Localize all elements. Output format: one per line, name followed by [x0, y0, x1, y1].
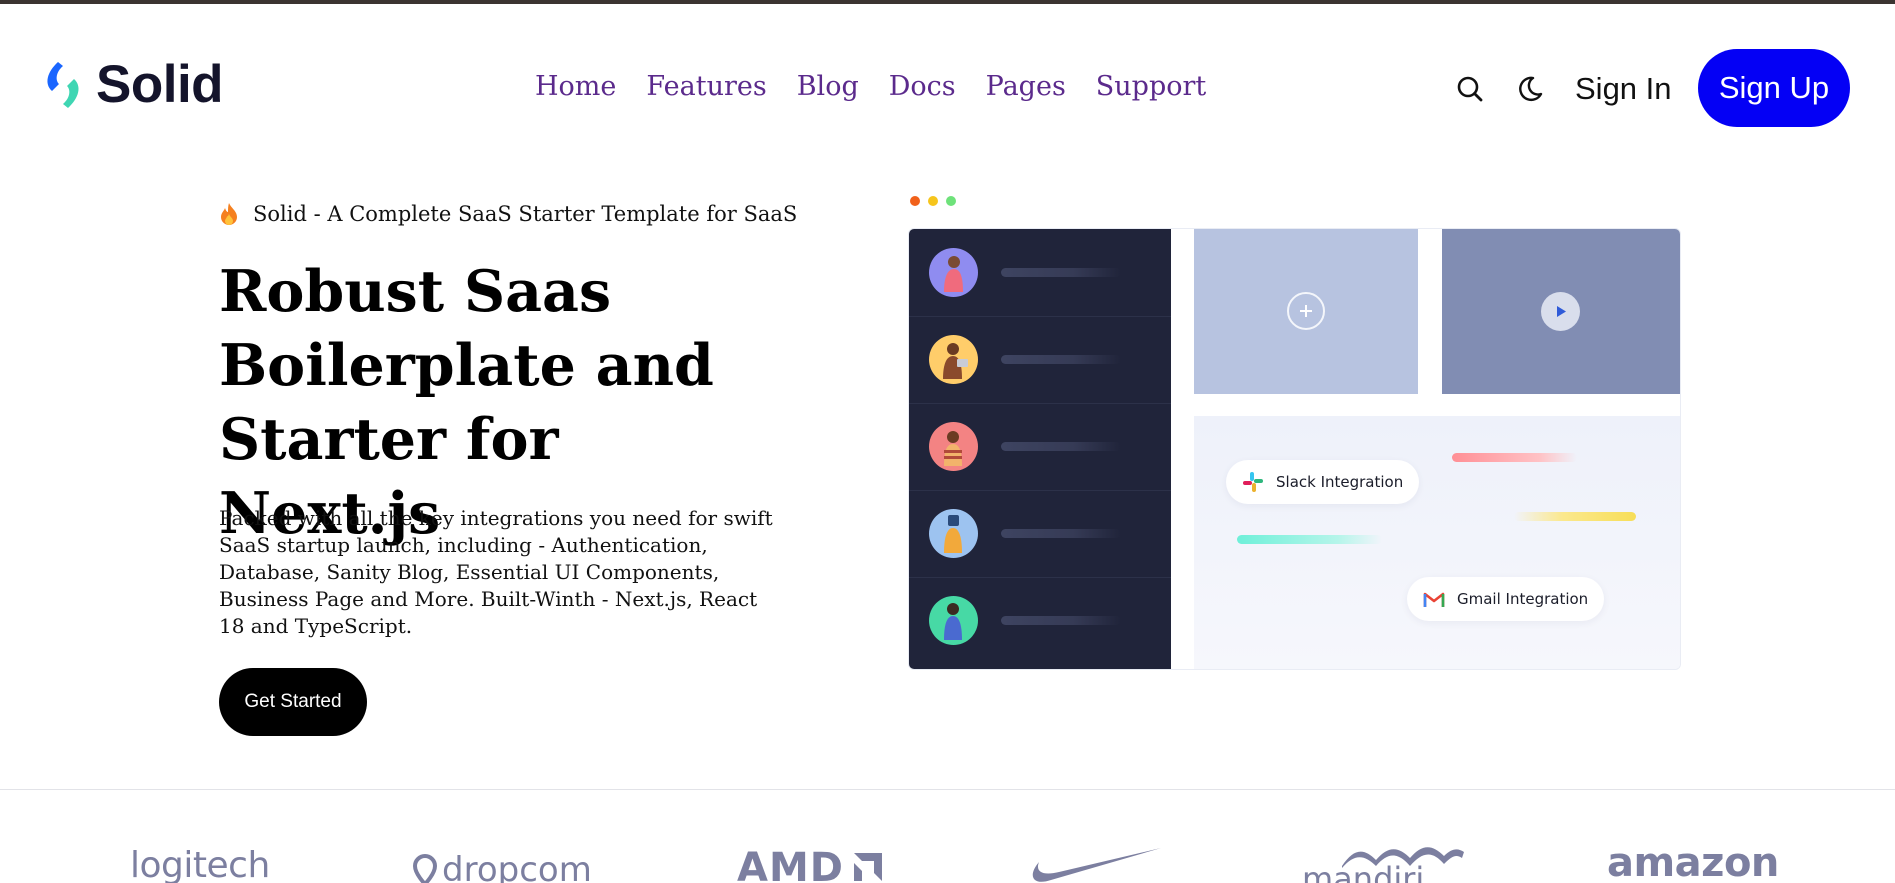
- list-item: [909, 403, 1171, 491]
- brand-logo-amazon: amazon: [1607, 840, 1779, 883]
- app-preview: Slack Integration Gmail Integration: [908, 228, 1681, 670]
- preview-sidebar: [909, 229, 1171, 669]
- list-item: [909, 316, 1171, 404]
- gmail-integration-chip: Gmail Integration: [1407, 577, 1605, 621]
- slack-integration-chip: Slack Integration: [1226, 460, 1420, 504]
- sign-up-button[interactable]: Sign Up: [1698, 49, 1850, 127]
- brand-logo-logitech: logitech: [130, 845, 270, 883]
- media-tile-video: [1442, 229, 1680, 394]
- avatar: [929, 335, 978, 384]
- nike-swoosh-icon: [1032, 848, 1161, 882]
- media-tile-add: [1194, 229, 1418, 394]
- nav-blog[interactable]: Blog: [797, 71, 859, 103]
- window-dot-yellow: [928, 196, 938, 206]
- nav-pages[interactable]: Pages: [986, 71, 1066, 103]
- mandiri-text: mandiri: [1302, 860, 1425, 883]
- top-border: [0, 0, 1895, 4]
- placeholder-bar: [1001, 529, 1121, 538]
- amd-text: AMD: [737, 845, 844, 883]
- nav-features[interactable]: Features: [646, 71, 766, 103]
- hero-description: Packed with all the key integrations you…: [219, 506, 773, 638]
- avatar: [929, 248, 978, 297]
- avatar: [929, 596, 978, 645]
- brand-logo-dropcom: dropcom: [412, 850, 592, 883]
- avatar: [929, 509, 978, 558]
- main-nav: Home Features Blog Docs Pages Support: [535, 71, 1206, 103]
- window-dot-red: [910, 196, 920, 206]
- brand-logo[interactable]: Solid: [42, 55, 224, 114]
- nav-docs[interactable]: Docs: [889, 71, 956, 103]
- list-item: [909, 577, 1171, 664]
- amd-arrow-icon: [853, 853, 882, 881]
- get-started-button[interactable]: Get Started: [219, 668, 367, 736]
- decor-bar-yellow: [1514, 512, 1636, 521]
- decor-bar-red: [1452, 453, 1577, 462]
- decor-bar-teal: [1237, 535, 1382, 544]
- gmail-integration-label: Gmail Integration: [1457, 590, 1589, 608]
- hero-badge: Solid - A Complete SaaS Starter Template…: [219, 202, 797, 226]
- integrations-panel: Slack Integration Gmail Integration: [1194, 416, 1680, 669]
- play-icon[interactable]: [1541, 292, 1580, 331]
- nav-home[interactable]: Home: [535, 71, 616, 103]
- search-icon[interactable]: [1455, 74, 1485, 104]
- solid-logo-icon: [47, 61, 79, 108]
- moon-icon[interactable]: [1515, 74, 1545, 104]
- placeholder-bar: [1001, 355, 1121, 364]
- location-pin-icon: [412, 854, 438, 883]
- plus-icon[interactable]: [1287, 292, 1325, 330]
- brand-logos-strip: logitech dropcom AMD mandiri amazon: [0, 789, 1895, 883]
- hero-badge-text: Solid - A Complete SaaS Starter Template…: [253, 202, 798, 226]
- placeholder-bar: [1001, 442, 1121, 451]
- dropcom-text: dropcom: [442, 850, 592, 883]
- slack-integration-label: Slack Integration: [1276, 473, 1404, 491]
- slack-icon: [1243, 472, 1263, 492]
- window-dot-green: [946, 196, 956, 206]
- avatar: [929, 422, 978, 471]
- fire-icon: [221, 203, 237, 225]
- placeholder-bar: [1001, 616, 1121, 625]
- window-dots: [910, 196, 956, 206]
- list-item: [909, 490, 1171, 578]
- brand-logo-amd: AMD: [737, 845, 884, 883]
- placeholder-bar: [1001, 268, 1121, 277]
- list-item: [909, 229, 1171, 317]
- gmail-icon: [1423, 592, 1445, 607]
- sign-in-link[interactable]: Sign In: [1575, 70, 1672, 107]
- brand-name: Solid: [96, 55, 224, 114]
- nav-support[interactable]: Support: [1096, 71, 1206, 103]
